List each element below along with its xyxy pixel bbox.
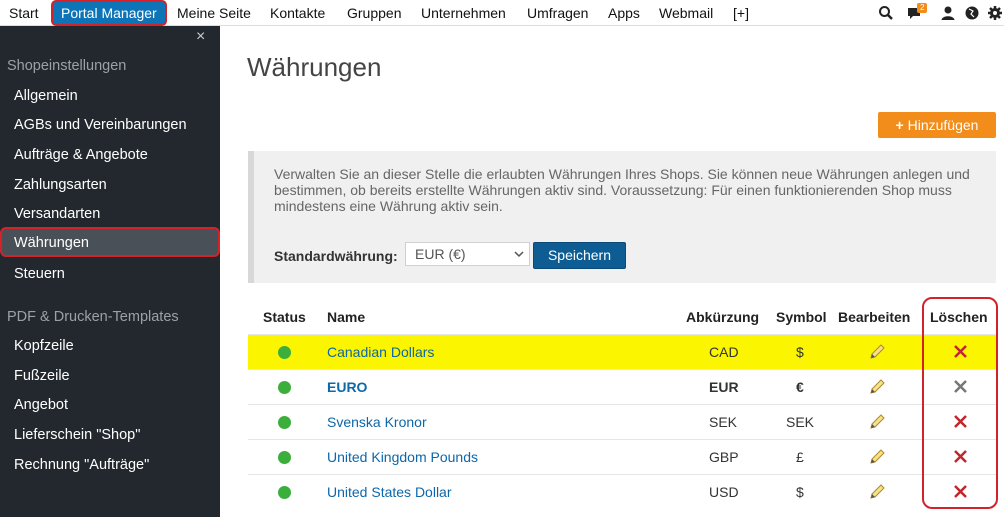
active-status-icon[interactable] [278, 416, 291, 429]
gear-icon[interactable] [987, 5, 1003, 21]
sidebar-item-steuern[interactable]: Steuern [14, 266, 65, 282]
globe-icon[interactable] [964, 5, 980, 21]
header-status: Status [263, 309, 306, 325]
sidebar-item-allgemein[interactable]: Allgemein [14, 88, 78, 104]
nav-more[interactable]: [+] [733, 0, 749, 26]
currency-symbol: $ [796, 344, 804, 360]
info-text: Verwalten Sie an dieser Stelle die erlau… [274, 166, 970, 214]
sidebar-item-kopfzeile[interactable]: Kopfzeile [14, 338, 74, 354]
nav-meine-seite[interactable]: Meine Seite [177, 0, 251, 26]
currency-abbr: SEK [709, 414, 738, 430]
save-button[interactable]: Speichern [533, 242, 626, 269]
nav-webmail[interactable]: Webmail [659, 0, 713, 26]
default-currency-label: Standardwährung: [274, 248, 398, 264]
add-button-label: Hinzufügen [907, 117, 979, 133]
pencil-icon[interactable] [869, 449, 885, 465]
currency-abbr: EUR [709, 379, 739, 395]
sidebar-item-auftraege[interactable]: Aufträge & Angebote [14, 147, 148, 163]
currency-name-link[interactable]: Svenska Kronor [327, 405, 427, 439]
currency-abbr: CAD [709, 344, 739, 360]
close-icon[interactable]: × [196, 28, 205, 46]
currency-symbol: $ [796, 484, 804, 500]
header-abbr: Abkürzung [686, 309, 760, 325]
nav-umfragen[interactable]: Umfragen [527, 0, 588, 26]
page-title: Währungen [247, 52, 382, 82]
pencil-icon[interactable] [869, 379, 885, 395]
table-row: EURO EUR € [248, 369, 996, 404]
header-name: Name [327, 309, 366, 325]
currency-symbol: € [796, 379, 804, 395]
nav-unternehmen[interactable]: Unternehmen [421, 0, 506, 26]
table-row: Canadian Dollars CAD $ [248, 334, 996, 369]
currency-table: Status Name Abkürzung Symbol Bearbeiten … [248, 300, 996, 509]
nav-kontakte[interactable]: Kontakte [270, 0, 325, 26]
currency-symbol: SEK [786, 414, 815, 430]
notification-badge: 2 [917, 3, 928, 13]
currency-name-link[interactable]: Canadian Dollars [327, 335, 434, 369]
chevron-down-icon [514, 251, 524, 258]
currency-abbr: USD [709, 484, 739, 500]
sidebar: × Shopeinstellungen Allgemein AGBs und V… [0, 26, 220, 517]
pencil-icon[interactable] [869, 414, 885, 430]
currency-name-link[interactable]: United States Dollar [327, 475, 452, 509]
sidebar-item-agbs[interactable]: AGBs und Vereinbarungen [14, 117, 187, 133]
add-currency-button[interactable]: + Hinzufügen [878, 112, 996, 138]
nav-portal-manager[interactable]: Portal Manager [51, 0, 167, 26]
active-status-icon[interactable] [278, 346, 291, 359]
currency-symbol: £ [796, 449, 804, 465]
search-icon[interactable] [878, 5, 894, 21]
default-currency-select[interactable]: EUR (€) [405, 242, 530, 266]
active-status-icon[interactable] [278, 486, 291, 499]
plus-icon: + [895, 117, 908, 133]
header-edit: Bearbeiten [838, 309, 911, 325]
sidebar-section-shop: Shopeinstellungen [7, 58, 127, 74]
sidebar-section-pdf: PDF & Drucken-Templates [7, 309, 179, 325]
info-box: Verwalten Sie an dieser Stelle die erlau… [248, 151, 996, 283]
user-icon[interactable] [940, 5, 956, 21]
table-row: United Kingdom Pounds GBP £ [248, 439, 996, 474]
sidebar-item-zahlungsarten[interactable]: Zahlungsarten [14, 177, 107, 193]
sidebar-item-label: Währungen [14, 235, 89, 251]
table-row: United States Dollar USD $ [248, 474, 996, 509]
active-status-icon[interactable] [278, 381, 291, 394]
sidebar-item-waehrungen[interactable]: Währungen [0, 227, 220, 257]
nav-gruppen[interactable]: Gruppen [347, 0, 401, 26]
header-symbol: Symbol [776, 309, 827, 325]
nav-start[interactable]: Start [9, 0, 39, 26]
currency-name-link[interactable]: United Kingdom Pounds [327, 440, 478, 474]
table-row: Svenska Kronor SEK SEK [248, 404, 996, 439]
currency-abbr: GBP [709, 449, 739, 465]
sidebar-item-angebot[interactable]: Angebot [14, 397, 68, 413]
top-navigation: Start Portal Manager Meine Seite Kontakt… [0, 0, 1004, 26]
sidebar-item-versandarten[interactable]: Versandarten [14, 206, 100, 222]
pencil-icon[interactable] [869, 344, 885, 360]
select-value: EUR (€) [415, 246, 466, 262]
active-status-icon[interactable] [278, 451, 291, 464]
sidebar-item-lieferschein[interactable]: Lieferschein "Shop" [14, 427, 140, 443]
sidebar-item-rechnung[interactable]: Rechnung "Aufträge" [14, 457, 149, 473]
nav-apps[interactable]: Apps [608, 0, 640, 26]
pencil-icon[interactable] [869, 484, 885, 500]
currency-name-link[interactable]: EURO [327, 370, 367, 404]
sidebar-item-fusszeile[interactable]: Fußzeile [14, 368, 70, 384]
delete-column-annotation [922, 297, 998, 509]
table-header: Status Name Abkürzung Symbol Bearbeiten … [248, 300, 996, 334]
